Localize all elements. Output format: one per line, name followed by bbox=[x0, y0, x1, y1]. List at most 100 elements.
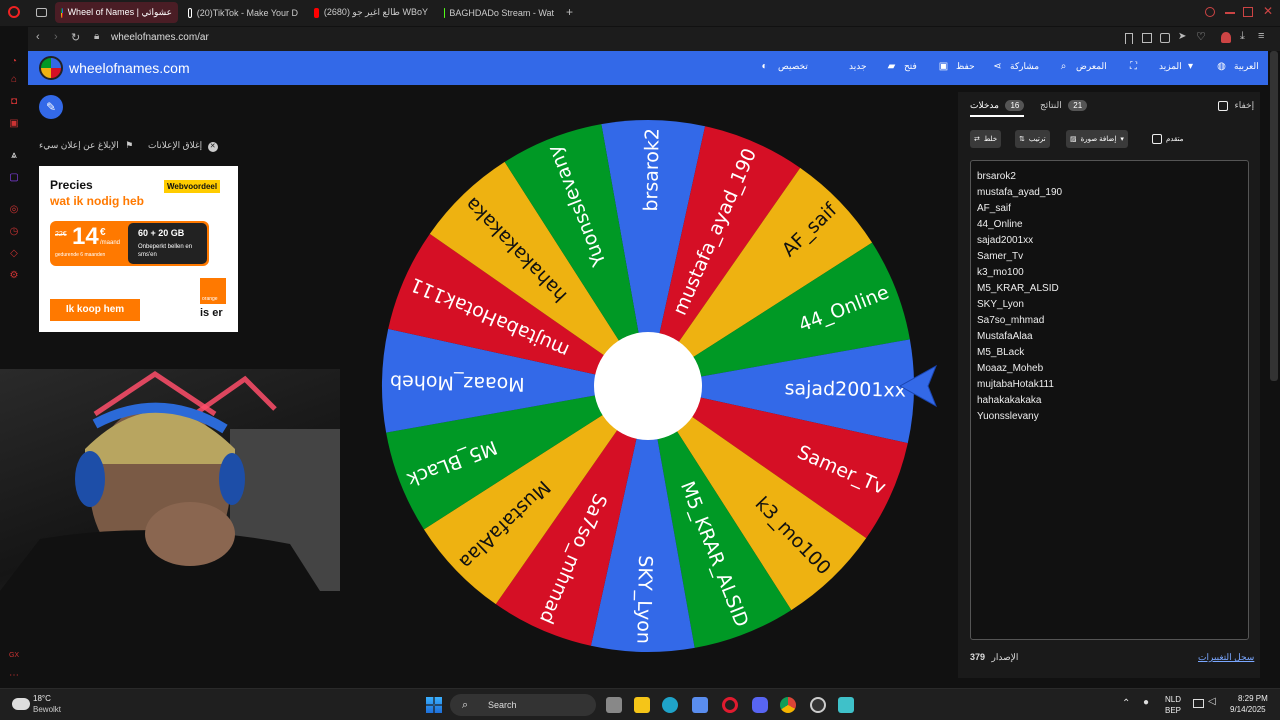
bookmark-icon[interactable] bbox=[1125, 33, 1133, 44]
twitch-icon[interactable]: ▢ bbox=[8, 172, 20, 184]
chrome-icon[interactable] bbox=[780, 697, 796, 713]
store-icon[interactable] bbox=[692, 697, 708, 713]
player-icon[interactable]: ◎ bbox=[8, 204, 20, 216]
gx-icon[interactable]: GX bbox=[8, 650, 20, 662]
edit-pencil-button[interactable]: ✎ bbox=[39, 95, 63, 119]
network-icon[interactable] bbox=[1193, 699, 1204, 708]
fullscreen-icon[interactable]: ⛶ bbox=[1128, 61, 1139, 72]
taskbar-search[interactable]: ⌕ Search bbox=[450, 694, 596, 716]
maximize-icon[interactable] bbox=[1243, 7, 1253, 17]
shuffle-button[interactable]: ⇄ خلط bbox=[970, 130, 1002, 148]
wheel-logo-icon[interactable] bbox=[39, 56, 63, 80]
minimize-icon[interactable] bbox=[1225, 12, 1235, 14]
opera-logo-icon[interactable] bbox=[8, 6, 20, 18]
chevron-up-icon[interactable]: ⌃ bbox=[1122, 698, 1130, 709]
weather-temp[interactable]: 18°C bbox=[33, 694, 51, 703]
download-icon[interactable]: ⤓ bbox=[1240, 30, 1245, 43]
close-ads-link[interactable]: إغلاق الإعلانات ✕ bbox=[148, 140, 218, 152]
share-button[interactable]: مشاركة bbox=[1010, 61, 1039, 72]
heart-icon[interactable]: ♡ bbox=[1196, 30, 1206, 43]
discord-icon[interactable] bbox=[752, 697, 768, 713]
snapshot-icon[interactable] bbox=[1142, 33, 1152, 43]
entry-line[interactable]: brsarok2 bbox=[977, 169, 1242, 185]
menu-icon[interactable]: ≡ bbox=[1258, 30, 1264, 42]
report-ad-link[interactable]: الإبلاغ عن إعلان سيء ⚑ bbox=[39, 140, 133, 151]
entries-textarea[interactable]: brsarok2 mustafa_ayad_190 AF_saif 44_Online… bbox=[970, 160, 1249, 640]
ad-banner[interactable]: Precies wat ik nodig heb Webvoordeel 22€… bbox=[39, 166, 238, 332]
microphone-icon[interactable]: ● bbox=[1143, 697, 1149, 708]
entry-line[interactable]: Samer_Tv bbox=[977, 249, 1242, 265]
entry-line[interactable]: 44_Online bbox=[977, 217, 1242, 233]
entry-line[interactable]: AF_saif bbox=[977, 201, 1242, 217]
lang-1[interactable]: NLD bbox=[1165, 695, 1181, 704]
app-icon[interactable] bbox=[838, 697, 854, 713]
new-tab-button[interactable]: + bbox=[566, 5, 573, 19]
entry-line[interactable]: sajad2001xx bbox=[977, 233, 1242, 249]
tab-kick[interactable]: BAGHDADo Stream - Wat bbox=[438, 2, 560, 23]
changelog-link[interactable]: سجل التغييرات bbox=[1198, 652, 1254, 663]
entry-line[interactable]: MustafaAlaa bbox=[977, 329, 1242, 345]
tab-tiktok[interactable]: (20)TikTok - Make Your D bbox=[182, 2, 304, 23]
more-button[interactable]: المزيد bbox=[1159, 61, 1182, 72]
instagram-icon[interactable]: ▣ bbox=[8, 118, 20, 130]
hide-toggle[interactable]: إخفاء bbox=[1218, 100, 1254, 111]
wheel[interactable]: brsarok2 mustafa_ayad_190 AF_saif44_Online… bbox=[380, 118, 940, 658]
url-field[interactable]: wheelofnames.com/ar bbox=[111, 32, 209, 43]
entry-line[interactable]: M5_KRAR_ALSID bbox=[977, 281, 1242, 297]
send-icon[interactable]: ➤ bbox=[1178, 31, 1186, 42]
entry-line[interactable]: Sa7so_mhmad bbox=[977, 313, 1242, 329]
new-button[interactable]: جديد bbox=[849, 61, 867, 72]
tab-results[interactable]: النتائج 21 bbox=[1040, 100, 1088, 111]
tab-entries[interactable]: مدخلات 16 bbox=[970, 100, 1025, 117]
clock-time[interactable]: 8:29 PM bbox=[1238, 694, 1268, 703]
easy-files-icon[interactable] bbox=[1160, 33, 1170, 43]
edge-icon[interactable] bbox=[662, 697, 678, 713]
kick-sidebar-icon[interactable]: ⩓ bbox=[8, 150, 20, 162]
add-image-button[interactable]: ▨ إضافة صورة ▾ bbox=[1066, 130, 1128, 148]
entry-line[interactable]: SKY_Lyon bbox=[977, 297, 1242, 313]
entry-line[interactable]: hahakakakaka bbox=[977, 393, 1242, 409]
open-button[interactable]: فتح bbox=[904, 61, 917, 72]
ad-cta-button[interactable]: Ik koop hem bbox=[50, 299, 140, 321]
save-button[interactable]: حفظ bbox=[956, 61, 975, 72]
task-view-icon[interactable] bbox=[606, 697, 622, 713]
file-explorer-icon[interactable] bbox=[634, 697, 650, 713]
search-tabs-icon[interactable] bbox=[1205, 7, 1215, 17]
sidebar-icon-2[interactable]: ⌂ bbox=[8, 74, 20, 86]
more-sidebar-icon[interactable]: ⋯ bbox=[8, 670, 20, 682]
close-window-icon[interactable]: ✕ bbox=[1263, 4, 1273, 18]
entry-line[interactable]: Yuonsslevany bbox=[977, 409, 1242, 425]
page-scrollbar[interactable] bbox=[1270, 51, 1278, 381]
messenger-icon[interactable]: ◘ bbox=[8, 96, 20, 108]
forward-icon[interactable]: › bbox=[54, 31, 58, 43]
entry-line[interactable]: mustafa_ayad_190 bbox=[977, 185, 1242, 201]
wheel-area[interactable]: brsarok2 mustafa_ayad_190 AF_saif 44_Online… bbox=[380, 118, 940, 658]
profile-icon[interactable] bbox=[1221, 32, 1231, 43]
customize-button[interactable]: تخصيص bbox=[778, 61, 808, 72]
advanced-toggle[interactable]: متقدم bbox=[1148, 130, 1187, 148]
history-icon[interactable]: ◷ bbox=[8, 226, 20, 238]
opera-icon[interactable] bbox=[722, 697, 738, 713]
tab-youtube[interactable]: طالع اغير جو (2680) WBoY bbox=[308, 2, 434, 23]
hide-checkbox[interactable] bbox=[1218, 100, 1228, 111]
gallery-button[interactable]: المعرض bbox=[1076, 61, 1107, 72]
obs-icon[interactable] bbox=[810, 697, 826, 713]
windows-start-icon[interactable] bbox=[426, 697, 442, 713]
entry-line[interactable]: Moaaz_Moheb bbox=[977, 361, 1242, 377]
language-button[interactable]: العربية bbox=[1234, 61, 1259, 72]
site-title[interactable]: wheelofnames.com bbox=[69, 60, 190, 76]
back-icon[interactable]: ‹ bbox=[36, 31, 40, 43]
settings-icon[interactable]: ⚙ bbox=[8, 270, 20, 282]
extensions-icon[interactable]: ◇ bbox=[8, 248, 20, 260]
workspaces-icon[interactable] bbox=[36, 8, 47, 17]
sort-button[interactable]: ⇅ ترتيب bbox=[1015, 130, 1050, 148]
wheel-center[interactable] bbox=[594, 332, 702, 440]
tab-wheel-of-names[interactable]: Wheel of Names | عشوائي bbox=[55, 2, 178, 23]
entry-line[interactable]: M5_BLack bbox=[977, 345, 1242, 361]
volume-icon[interactable]: ◁ bbox=[1208, 696, 1216, 707]
entry-line[interactable]: k3_mo100 bbox=[977, 265, 1242, 281]
reload-icon[interactable]: ↻ bbox=[71, 31, 80, 44]
entry-line[interactable]: mujtabaHotak111 bbox=[977, 377, 1242, 393]
aria-icon[interactable]: ◔ bbox=[8, 56, 20, 68]
advanced-checkbox[interactable] bbox=[1152, 134, 1162, 144]
